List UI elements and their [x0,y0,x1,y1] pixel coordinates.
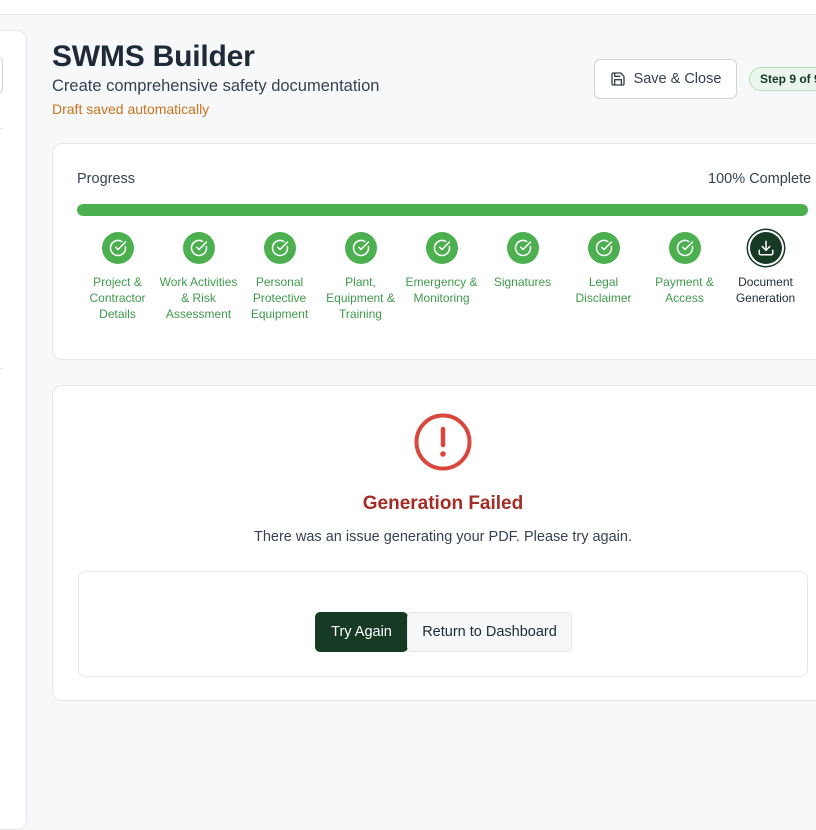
step-circle [425,232,458,264]
progress-bar [77,204,808,216]
check-circle-icon [595,239,612,257]
try-again-button[interactable]: Try Again [315,612,408,652]
return-to-dashboard-button[interactable]: Return to Dashboard [407,612,572,652]
step-circle [101,232,134,264]
step-label: Legal Disclaimer [575,275,632,305]
check-circle-icon [676,239,693,257]
error-title: Generation Failed [362,493,524,514]
page-title: SWMS Builder [52,40,255,73]
alert-circle-icon [414,413,472,471]
save-icon [610,72,625,86]
error-message: There was an issue generating your PDF. … [253,529,632,545]
save-close-button[interactable]: Save & Close [594,59,737,99]
step-circle [506,232,539,264]
sidebar-divider [0,128,3,129]
step-signatures[interactable]: Signatures [482,232,563,290]
progress-label: Progress [77,171,136,187]
sidebar-divider [0,368,3,369]
save-close-label: Save & Close [633,71,722,87]
top-bar [0,0,816,15]
step-label: Payment & Access [655,275,714,305]
step-label: Document Generation [735,275,796,305]
sidebar [0,30,27,830]
step-circle [263,232,296,264]
check-circle-icon [352,239,369,257]
step-label: Personal Protective Equipment [250,275,309,321]
progress-bar-fill [77,204,808,216]
step-circle [344,232,377,264]
progress-card: Progress 100% Complete Project & Contrac… [52,143,816,360]
check-circle-icon [514,239,531,257]
step-circle [587,232,620,264]
step-circle-current [749,232,782,264]
step-ppe[interactable]: Personal Protective Equipment [239,232,320,322]
check-circle-icon [433,239,450,257]
check-circle-icon [190,239,207,257]
step-label: Work Activities & Risk Assessment [159,275,238,321]
page-subtitle: Create comprehensive safety documentatio… [52,77,380,95]
download-icon [758,240,773,256]
step-badge: Step 9 of 9 [749,67,816,91]
step-list: Project & Contractor Details Work Activi… [77,232,816,352]
step-plant-equipment[interactable]: Plant, Equipment & Training [320,232,401,322]
step-label: Signatures [493,275,552,289]
step-label: Project & Contractor Details [89,275,146,321]
step-payment-access[interactable]: Payment & Access [644,232,725,306]
generation-result-card: Generation Failed There was an issue gen… [52,385,816,701]
step-label: Emergency & Monitoring [405,275,478,305]
step-work-activities[interactable]: Work Activities & Risk Assessment [158,232,239,322]
step-emergency-monitoring[interactable]: Emergency & Monitoring [401,232,482,306]
step-project-contractor[interactable]: Project & Contractor Details [77,232,158,322]
check-circle-icon [271,239,288,257]
step-label: Plant, Equipment & Training [326,275,395,321]
step-circle [182,232,215,264]
step-circle [668,232,701,264]
progress-percent: 100% Complete [708,171,812,187]
actions-box: Try Again Return to Dashboard [78,571,808,677]
step-document-generation[interactable]: Document Generation [725,232,806,306]
step-legal-disclaimer[interactable]: Legal Disclaimer [563,232,644,306]
draft-status: Draft saved automatically [52,101,210,117]
check-circle-icon [109,239,126,257]
sidebar-control[interactable] [0,56,3,94]
